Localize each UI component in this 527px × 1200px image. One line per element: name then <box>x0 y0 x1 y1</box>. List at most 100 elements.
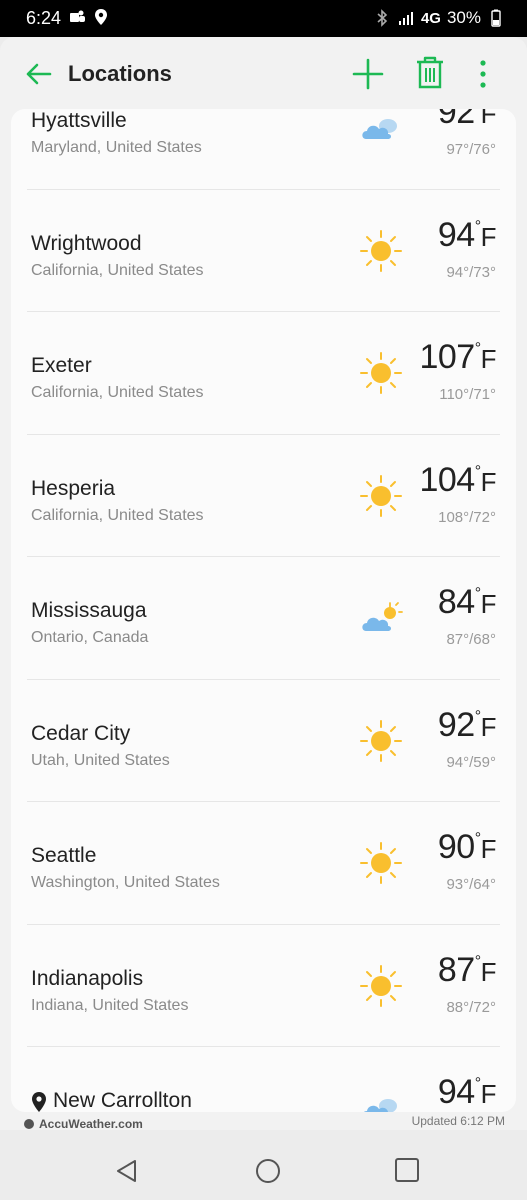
cloudy-icon <box>358 1085 404 1112</box>
temperature-unit: F <box>480 589 497 619</box>
current-temperature: 104°F <box>419 461 496 500</box>
location-row[interactable]: Seattle Washington, United States 90°F 93°/… <box>27 802 500 925</box>
location-row[interactable]: Indianapolis Indiana, United States 87°F 88… <box>27 925 500 1047</box>
current-temperature: 90°F <box>437 828 497 867</box>
more-vert-icon[interactable] <box>472 57 494 91</box>
location-row[interactable]: New Carrollton 94°F <box>27 1047 500 1112</box>
location-city: Seattle <box>31 844 97 867</box>
current-temperature: 94°F <box>437 1073 497 1112</box>
temperature-value: 92 <box>437 109 475 131</box>
location-city: Cedar City <box>31 721 131 745</box>
degree-symbol: ° <box>474 1075 481 1092</box>
nav-home-icon[interactable] <box>254 1157 282 1185</box>
sunny-icon <box>358 840 404 886</box>
temperature-unit: F <box>480 344 497 374</box>
locations-list[interactable]: HyattsvilleMaryland, United States92°F97… <box>11 109 516 1112</box>
teams-icon <box>70 10 85 22</box>
nav-back-icon[interactable] <box>113 1157 141 1185</box>
temperature-value: 107 <box>419 338 475 376</box>
high-low-temperature: 87°/68° <box>446 631 496 648</box>
location-region: Maryland, United States <box>31 139 202 156</box>
location-region: Ontario, Canada <box>31 629 149 646</box>
degree-symbol: ° <box>474 830 481 847</box>
high-low-temperature: 97°/76° <box>446 141 496 158</box>
temperature-value: 87 <box>437 950 475 989</box>
signal-icon <box>398 12 413 25</box>
partly-cloudy-icon <box>358 595 404 641</box>
location-region: Indiana, United States <box>31 996 189 1014</box>
degree-symbol: ° <box>474 462 481 480</box>
location-region: California, United States <box>31 506 204 524</box>
location-row[interactable]: Hyattsville Maryland, United States 92°F 97… <box>27 109 500 190</box>
degree-symbol: ° <box>474 217 481 235</box>
temperature-unit: F <box>480 834 497 864</box>
bluetooth-icon <box>377 9 388 27</box>
temperature-unit: F <box>480 466 497 497</box>
high-low-temperature: 88°/72° <box>446 998 496 1016</box>
sunny-icon <box>358 350 404 396</box>
temperature-unit: F <box>480 221 497 252</box>
temperature-unit: F <box>480 109 497 129</box>
high-low-temperature: 94°/59° <box>446 753 496 771</box>
temperature-value: 90 <box>437 828 475 866</box>
sunny-icon <box>358 718 404 764</box>
location-city: Wrightwood <box>31 231 142 255</box>
location-region: California, United States <box>31 261 204 279</box>
degree-symbol: ° <box>475 109 481 112</box>
location-row[interactable]: Wrightwood California, United States 94°F 9… <box>27 190 500 312</box>
location-row[interactable]: Cedar City Utah, United States 92°F 94°/59° <box>27 680 500 802</box>
temperature-unit: F <box>480 956 497 987</box>
current-temperature: 84°F <box>437 583 497 622</box>
current-temperature: 87°F <box>437 950 497 990</box>
temperature-value: 84 <box>437 583 475 621</box>
current-temperature: 94°F <box>437 215 497 255</box>
location-row[interactable]: Mississauga Ontario, Canada 84°F 87°/68° <box>27 557 500 680</box>
location-row[interactable]: Hesperia California, United States 104°F 10… <box>27 435 500 557</box>
accuweather-logo[interactable]: AccuWeather.com <box>23 1117 143 1131</box>
add-icon[interactable] <box>350 56 386 92</box>
temperature-unit: F <box>480 1079 497 1109</box>
temperature-value: 94 <box>437 1073 475 1111</box>
battery-percent: 30% <box>446 8 481 27</box>
back-arrow-icon[interactable] <box>22 57 56 91</box>
location-city: Indianapolis <box>31 966 144 990</box>
temperature-value: 104 <box>419 460 475 499</box>
temperature-value: 92 <box>437 705 475 744</box>
location-region: Utah, United States <box>31 751 170 769</box>
sunny-icon <box>358 473 404 519</box>
degree-symbol: ° <box>474 952 481 970</box>
degree-symbol: ° <box>474 707 481 725</box>
current-temperature: 107°F <box>419 338 496 377</box>
updated-time: Updated 6:12 PM <box>411 1114 505 1128</box>
location-row[interactable]: Exeter California, United States 107°F 110°… <box>27 312 500 435</box>
current-temperature: 92°F <box>437 705 497 745</box>
sunny-icon <box>358 228 404 274</box>
battery-icon <box>491 9 501 27</box>
high-low-temperature: 110°/71° <box>439 386 496 403</box>
location-region: Washington, United States <box>31 874 220 891</box>
status-time: 6:24 <box>26 8 62 28</box>
page-title: Locations <box>68 61 172 86</box>
status-bar: 6:24 4G 30% <box>0 0 527 37</box>
location-region: California, United States <box>31 384 204 401</box>
high-low-temperature: 93°/64° <box>446 876 496 893</box>
provider-name: AccuWeather.com <box>39 1117 143 1131</box>
degree-symbol: ° <box>474 340 481 357</box>
nav-recents-icon[interactable] <box>394 1157 420 1183</box>
high-low-temperature: 108°/72° <box>438 508 496 526</box>
locations-screen: Locations Hyattsville Maryland, United St… <box>0 37 527 1130</box>
current-location-pin-icon <box>32 1092 46 1112</box>
location-city: New Carrollton <box>53 1089 192 1112</box>
degree-symbol: ° <box>474 585 481 602</box>
sunny-icon <box>358 963 404 1009</box>
location-city: Hyattsville <box>31 109 127 132</box>
system-nav-bar <box>0 1130 527 1200</box>
high-low-temperature: 94°/73° <box>446 263 496 281</box>
location-city: Mississauga <box>31 599 147 622</box>
cloudy-icon <box>358 109 404 151</box>
location-city: Hesperia <box>31 476 116 500</box>
temperature-unit: F <box>480 711 497 742</box>
location-pin-icon <box>95 9 107 25</box>
trash-icon[interactable] <box>414 55 446 91</box>
temperature-value: 94 <box>437 215 475 254</box>
